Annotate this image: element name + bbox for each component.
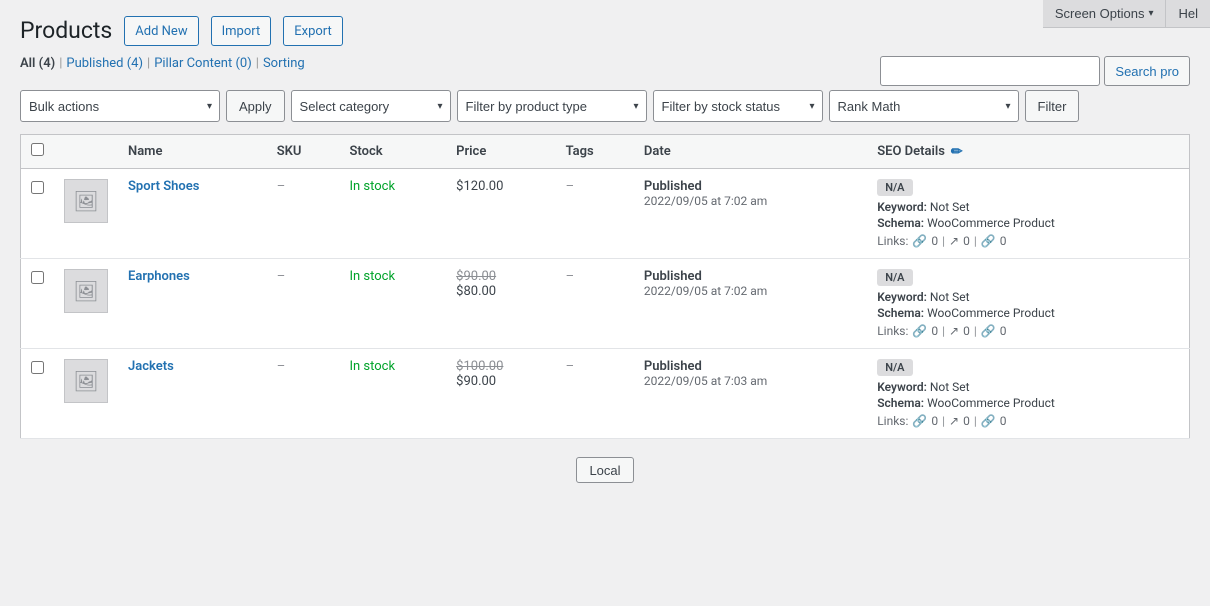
links-label-1: Links: (877, 234, 908, 248)
link-icon-external-2: ↗ (949, 324, 959, 338)
external-count-3: 0 (963, 414, 970, 428)
import-button[interactable]: Import (211, 16, 272, 46)
select-all-checkbox[interactable] (31, 143, 44, 156)
product-thumb-cell-3: 🖼 (54, 349, 118, 439)
category-select[interactable]: Select category (291, 90, 451, 122)
product-price-cell-3: $100.00 $90.00 (446, 349, 555, 439)
help-button[interactable]: Hel (1165, 0, 1210, 28)
internal-count-1: 0 (931, 234, 938, 248)
products-table: Name SKU Stock Price Tags Date (20, 134, 1190, 439)
links-label-3: Links: (877, 414, 908, 428)
link-icon-affiliate-3: 🔗 (981, 414, 996, 428)
product-name-link-1[interactable]: Sport Shoes (128, 179, 199, 194)
table-row: 🖼 Jackets – In stock $100.00 $90.00 – Pu… (21, 349, 1190, 439)
add-new-button[interactable]: Add New (124, 16, 198, 46)
product-type-select[interactable]: Filter by product type (457, 90, 647, 122)
tags-col-header[interactable]: Tags (556, 135, 634, 169)
filter-published[interactable]: Published (4) (66, 56, 143, 71)
filter-links: All (4) | Published (4) | Pillar Content… (20, 56, 305, 71)
product-tags-cell-2: – (556, 259, 634, 349)
seo-score-2: N/A (877, 269, 912, 286)
product-stock-cell-3: In stock (339, 349, 446, 439)
product-stock-cell-1: In stock (339, 169, 446, 259)
date-col-header[interactable]: Date (634, 135, 867, 169)
filter-button[interactable]: Filter (1025, 90, 1080, 122)
stock-col-header[interactable]: Stock (339, 135, 446, 169)
affiliate-count-3: 0 (1000, 414, 1007, 428)
screen-options-label: Screen Options (1055, 6, 1145, 21)
filter-pillar[interactable]: Pillar Content (0) (154, 56, 252, 71)
price-col-header[interactable]: Price (446, 135, 555, 169)
links-label-2: Links: (877, 324, 908, 338)
product-date-cell-2: Published 2022/09/05 at 7:02 am (634, 259, 867, 349)
screen-options-button[interactable]: Screen Options ▾ (1043, 0, 1166, 28)
row-checkbox-3[interactable] (31, 361, 44, 374)
product-seo-cell-2: N/A Keyword: Not Set Schema: WooCommerce… (867, 259, 1189, 349)
internal-count-2: 0 (931, 324, 938, 338)
row-checkbox-1[interactable] (31, 181, 44, 194)
product-seo-cell-1: N/A Keyword: Not Set Schema: WooCommerce… (867, 169, 1189, 259)
product-tags-cell-1: – (556, 169, 634, 259)
link-icon-internal-2: 🔗 (912, 324, 927, 338)
product-name-cell-1: Sport Shoes (118, 169, 267, 259)
affiliate-count-2: 0 (1000, 324, 1007, 338)
product-price-cell-2: $90.00 $80.00 (446, 259, 555, 349)
affiliate-count-1: 0 (1000, 234, 1007, 248)
seo-score-1: N/A (877, 179, 912, 196)
product-seo-cell-3: N/A Keyword: Not Set Schema: WooCommerce… (867, 349, 1189, 439)
toolbar: Bulk actions ▾ Apply Select category ▾ F… (20, 90, 1190, 122)
stock-status-select[interactable]: Filter by stock status (653, 90, 823, 122)
search-button[interactable]: Search pro (1104, 56, 1190, 86)
seo-col-header: SEO Details ✏ (867, 135, 1189, 169)
search-input[interactable] (880, 56, 1100, 86)
link-icon-internal-3: 🔗 (912, 414, 927, 428)
product-sku-cell-2: – (267, 259, 340, 349)
link-icon-internal-1: 🔗 (912, 234, 927, 248)
external-count-2: 0 (963, 324, 970, 338)
bulk-actions-select[interactable]: Bulk actions (20, 90, 220, 122)
filter-sorting[interactable]: Sorting (263, 56, 305, 71)
product-sku-cell-3: – (267, 349, 340, 439)
help-label: Hel (1178, 6, 1198, 21)
table-row: 🖼 Earphones – In stock $90.00 $80.00 – P… (21, 259, 1190, 349)
product-name-link-3[interactable]: Jackets (128, 359, 174, 374)
thumb-col-header (54, 135, 118, 169)
link-icon-external-3: ↗ (949, 414, 959, 428)
rank-math-select[interactable]: Rank Math (829, 90, 1019, 122)
product-name-link-2[interactable]: Earphones (128, 269, 190, 284)
product-name-cell-3: Jackets (118, 349, 267, 439)
filter-all[interactable]: All (4) (20, 56, 55, 71)
sku-col-header[interactable]: SKU (267, 135, 340, 169)
name-col-header[interactable]: Name (118, 135, 267, 169)
product-date-cell-3: Published 2022/09/05 at 7:03 am (634, 349, 867, 439)
link-icon-affiliate-1: 🔗 (981, 234, 996, 248)
link-icon-external-1: ↗ (949, 234, 959, 248)
product-name-cell-2: Earphones (118, 259, 267, 349)
seo-edit-icon[interactable]: ✏ (951, 144, 963, 160)
apply-button[interactable]: Apply (226, 90, 285, 122)
export-button[interactable]: Export (283, 16, 343, 46)
product-date-cell-1: Published 2022/09/05 at 7:02 am (634, 169, 867, 259)
table-row: 🖼 Sport Shoes – In stock $120.00 – Publi… (21, 169, 1190, 259)
product-thumb-icon-3: 🖼 (73, 369, 98, 393)
product-sku-cell-1: – (267, 169, 340, 259)
external-count-1: 0 (963, 234, 970, 248)
product-tags-cell-3: – (556, 349, 634, 439)
link-icon-affiliate-2: 🔗 (981, 324, 996, 338)
row-checkbox-2[interactable] (31, 271, 44, 284)
product-thumb-cell-2: 🖼 (54, 259, 118, 349)
seo-score-3: N/A (877, 359, 912, 376)
screen-options-arrow-icon: ▾ (1148, 8, 1153, 19)
product-stock-cell-2: In stock (339, 259, 446, 349)
page-title: Products (20, 16, 112, 46)
product-thumb-cell-1: 🖼 (54, 169, 118, 259)
local-button[interactable]: Local (576, 457, 633, 483)
product-price-cell-1: $120.00 (446, 169, 555, 259)
product-thumb-icon-1: 🖼 (73, 189, 98, 213)
internal-count-3: 0 (931, 414, 938, 428)
product-thumb-icon-2: 🖼 (73, 279, 98, 303)
